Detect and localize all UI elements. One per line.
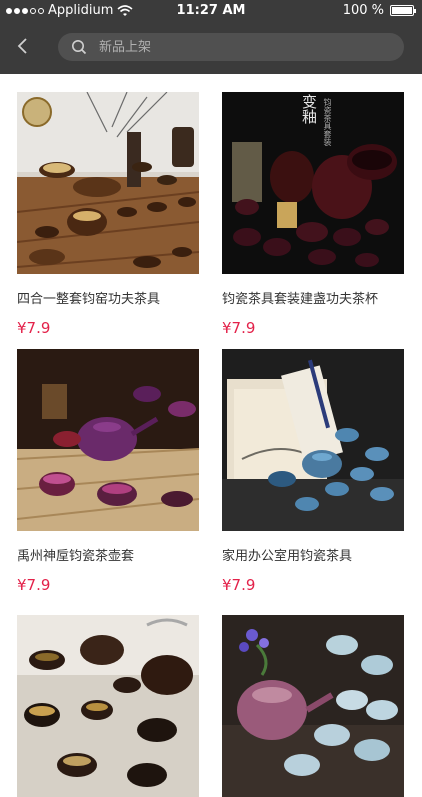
image-caption-small: 钧瓷茶具套装	[323, 98, 332, 146]
product-price: ¥7.9	[222, 319, 256, 337]
product-card[interactable]	[222, 615, 404, 797]
chevron-left-icon	[17, 38, 27, 54]
product-title[interactable]: 钧瓷茶具套装建盏功夫茶杯	[222, 288, 404, 307]
product-title[interactable]: 家用办公室用钧瓷茶具	[222, 545, 404, 564]
product-price: ¥7.9	[17, 576, 51, 594]
product-image[interactable]: 变釉 钧瓷茶具套装	[222, 92, 404, 274]
top-bar: Applidium 11:27 AM 100 %	[0, 0, 422, 74]
product-image[interactable]	[17, 92, 199, 274]
product-price: ¥7.9	[17, 319, 51, 337]
product-card[interactable]: 四合一整套钧窑功夫茶具 ¥7.9	[17, 92, 199, 337]
product-title[interactable]: 禹州神垕钧瓷茶壶套	[17, 545, 199, 564]
search-bar[interactable]	[58, 33, 404, 61]
product-card[interactable]: 禹州神垕钧瓷茶壶套 ¥7.9	[17, 349, 199, 594]
battery-percent: 100 %	[342, 3, 384, 18]
search-input[interactable]	[97, 38, 381, 56]
product-price: ¥7.9	[222, 576, 256, 594]
product-card[interactable]: 变釉 钧瓷茶具套装 钧瓷茶具套装建盏功夫茶杯 ¥7.9	[222, 92, 404, 337]
product-image[interactable]	[17, 349, 199, 531]
product-card[interactable]: 家用办公室用钧瓷茶具 ¥7.9	[222, 349, 404, 594]
back-button[interactable]	[12, 34, 32, 58]
image-caption-big: 变釉	[300, 94, 318, 124]
product-title[interactable]: 四合一整套钧窑功夫茶具	[17, 288, 199, 307]
status-bar: Applidium 11:27 AM 100 %	[0, 0, 422, 22]
battery-icon	[390, 5, 416, 16]
search-icon	[71, 38, 89, 56]
product-image[interactable]	[222, 349, 404, 531]
product-image[interactable]	[222, 615, 404, 797]
product-card[interactable]	[17, 615, 199, 797]
product-image[interactable]	[17, 615, 199, 797]
